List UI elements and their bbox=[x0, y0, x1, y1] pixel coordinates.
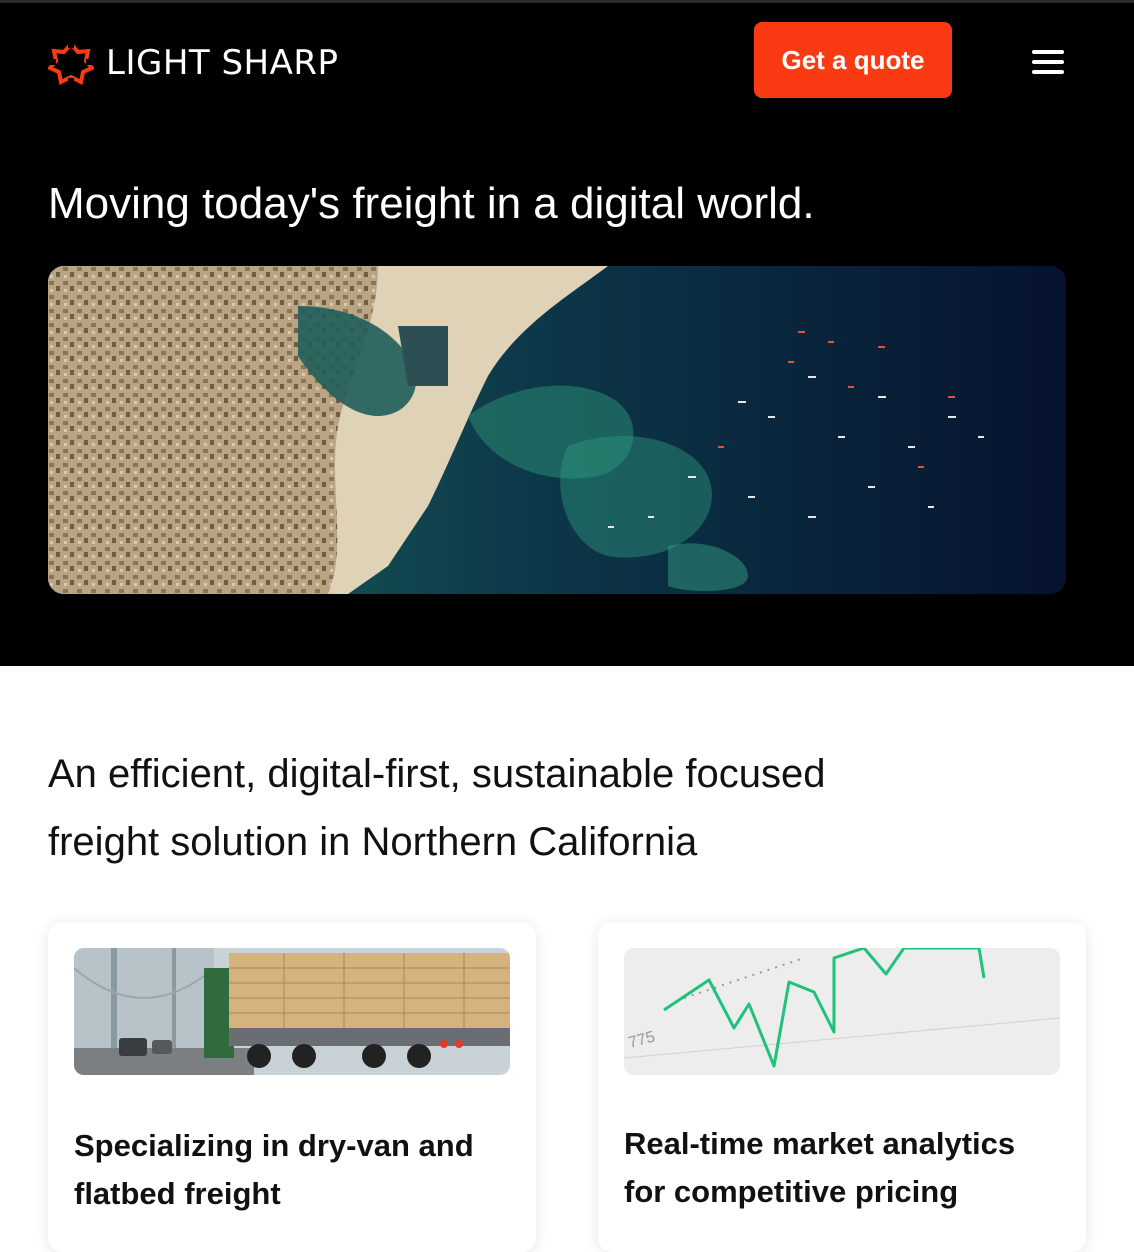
hero-aerial-image bbox=[48, 266, 1066, 594]
get-a-quote-button[interactable]: Get a quote bbox=[754, 22, 952, 98]
market-chart-image: 775 bbox=[624, 948, 1060, 1075]
card-title-freight-line-2: flatbed freight bbox=[74, 1176, 281, 1211]
truck-illustration bbox=[74, 948, 510, 1075]
card-title-freight-line-1: Specializing in dry-van and bbox=[74, 1128, 474, 1163]
aerial-port-illustration bbox=[48, 266, 1066, 594]
card-title-analytics: Real-time market analytics for competiti… bbox=[624, 1120, 1064, 1216]
card-title-freight: Specializing in dry-van and flatbed frei… bbox=[74, 1122, 514, 1218]
light-sharp-logo-icon bbox=[48, 40, 94, 86]
brand-name: LIGHT SHARP bbox=[106, 43, 339, 83]
feature-card-freight[interactable]: Specializing in dry-van and flatbed frei… bbox=[48, 922, 536, 1252]
hero-section: LIGHT SHARP Get a quote Moving today's f… bbox=[0, 3, 1134, 666]
intro-line-2: freight solution in Northern California bbox=[48, 820, 698, 864]
card-title-analytics-line-2: for competitive pricing bbox=[624, 1174, 959, 1209]
intro-text: An efficient, digital-first, sustainable… bbox=[48, 740, 948, 876]
hero-title: Moving today's freight in a digital worl… bbox=[48, 179, 815, 228]
feature-card-analytics[interactable]: 775 Real-time market analytics for compe… bbox=[598, 922, 1086, 1252]
menu-button[interactable] bbox=[1022, 43, 1074, 81]
brand-logo[interactable]: LIGHT SHARP bbox=[48, 40, 339, 86]
analytics-illustration: 775 bbox=[624, 948, 1060, 1075]
intro-line-1: An efficient, digital-first, sustainable… bbox=[48, 752, 826, 796]
card-title-analytics-line-1: Real-time market analytics bbox=[624, 1126, 1016, 1161]
hamburger-menu-icon bbox=[1032, 50, 1064, 74]
truck-lumber-image bbox=[74, 948, 510, 1075]
